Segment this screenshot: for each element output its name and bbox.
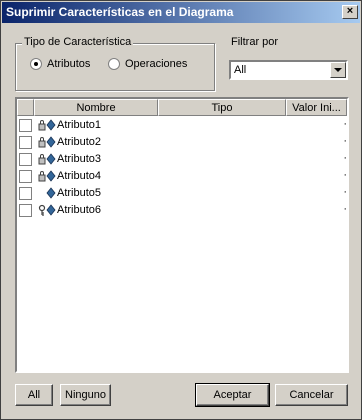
list-item[interactable]: Atributo3 · xyxy=(17,151,347,168)
filter-label: Filtrar por xyxy=(231,36,279,48)
row-overflow-mark: · xyxy=(343,203,347,215)
row-name: Atributo6 xyxy=(57,204,102,216)
window-title: Suprimir Características en el Diagrama xyxy=(6,5,234,19)
row-checkbox[interactable] xyxy=(19,153,32,166)
locked-attribute-icon xyxy=(38,136,56,148)
row-overflow-mark: · xyxy=(343,186,347,198)
list-header: Nombre Tipo Valor Ini... xyxy=(17,99,347,116)
chevron-down-icon[interactable] xyxy=(330,62,346,78)
row-name: Atributo1 xyxy=(57,119,102,131)
list-item[interactable]: Atributo1 · xyxy=(17,117,347,134)
close-button[interactable]: × xyxy=(342,5,358,19)
filter-value: All xyxy=(234,64,247,76)
locked-attribute-icon xyxy=(38,153,56,165)
feature-type-group: Tipo de Característica Atributos Operaci… xyxy=(15,36,215,91)
attributes-label: Atributos xyxy=(47,58,91,70)
attribute-icon xyxy=(46,187,56,199)
list-item[interactable]: Atributo6 · xyxy=(17,202,347,219)
row-checkbox[interactable] xyxy=(19,119,32,132)
row-checkbox[interactable] xyxy=(19,187,32,200)
column-header-name[interactable]: Nombre xyxy=(34,99,158,116)
column-header-type[interactable]: Tipo xyxy=(158,99,286,116)
operations-radio[interactable]: Operaciones xyxy=(108,58,187,70)
row-overflow-mark: · xyxy=(343,152,347,164)
list-item[interactable]: Atributo5 · xyxy=(17,185,347,202)
row-overflow-mark: · xyxy=(343,169,347,181)
locked-attribute-icon xyxy=(38,119,56,131)
row-checkbox[interactable] xyxy=(19,170,32,183)
filter-select[interactable]: All xyxy=(229,60,348,80)
row-name: Atributo5 xyxy=(57,187,102,199)
row-checkbox[interactable] xyxy=(19,136,32,149)
list-item[interactable]: Atributo4 · xyxy=(17,168,347,185)
all-button[interactable]: All xyxy=(15,384,53,406)
features-list[interactable]: Nombre Tipo Valor Ini... Atributo1 · Atr… xyxy=(15,97,349,373)
key-attribute-icon xyxy=(38,204,56,216)
suppress-features-dialog: Suprimir Características en el Diagrama … xyxy=(0,0,362,420)
row-name: Atributo4 xyxy=(57,170,102,182)
radio-button-icon xyxy=(30,58,42,70)
accept-button[interactable]: Aceptar xyxy=(195,383,270,407)
radio-button-icon xyxy=(108,58,120,70)
none-button[interactable]: Ninguno xyxy=(60,384,111,406)
operations-label: Operaciones xyxy=(125,58,188,70)
column-header-initial-value[interactable]: Valor Ini... xyxy=(286,99,347,116)
attributes-radio[interactable]: Atributos xyxy=(30,58,90,70)
row-checkbox[interactable] xyxy=(19,204,32,217)
row-overflow-mark: · xyxy=(343,135,347,147)
checkbox-column-header[interactable] xyxy=(17,99,34,116)
row-overflow-mark: · xyxy=(343,118,347,130)
locked-attribute-icon xyxy=(38,170,56,182)
cancel-button[interactable]: Cancelar xyxy=(275,384,348,406)
row-name: Atributo2 xyxy=(57,136,102,148)
feature-type-label: Tipo de Característica xyxy=(22,36,134,48)
title-bar: Suprimir Características en el Diagrama … xyxy=(2,2,360,23)
row-name: Atributo3 xyxy=(57,153,102,165)
list-item[interactable]: Atributo2 · xyxy=(17,134,347,151)
